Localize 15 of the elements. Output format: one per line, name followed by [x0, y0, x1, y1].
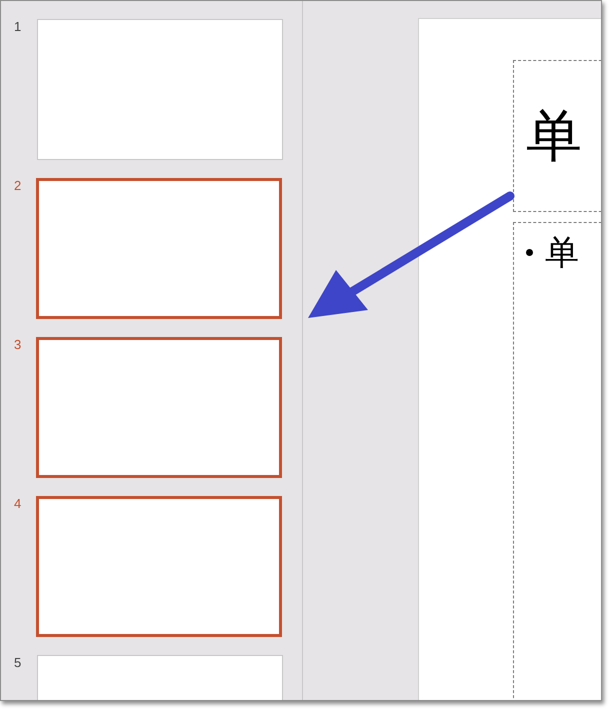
content-placeholder[interactable]: 单: [513, 222, 601, 700]
slide-thumbnail[interactable]: [36, 178, 282, 319]
slide-number: 3: [13, 337, 22, 353]
title-placeholder[interactable]: 单: [513, 60, 601, 212]
slide-title: 单: [526, 108, 582, 164]
slide-number: 2: [13, 178, 22, 194]
slide-thumbnail[interactable]: [36, 496, 282, 637]
slide-number: 4: [13, 496, 22, 512]
slide-thumbnail[interactable]: [37, 19, 283, 160]
slide-number: 1: [13, 19, 22, 35]
arrow-icon: [306, 190, 516, 320]
bullet-icon: [526, 249, 533, 256]
slide-thumbnail[interactable]: [36, 337, 282, 478]
slide-number: 5: [13, 655, 22, 671]
bullet-text: 单: [545, 232, 579, 274]
